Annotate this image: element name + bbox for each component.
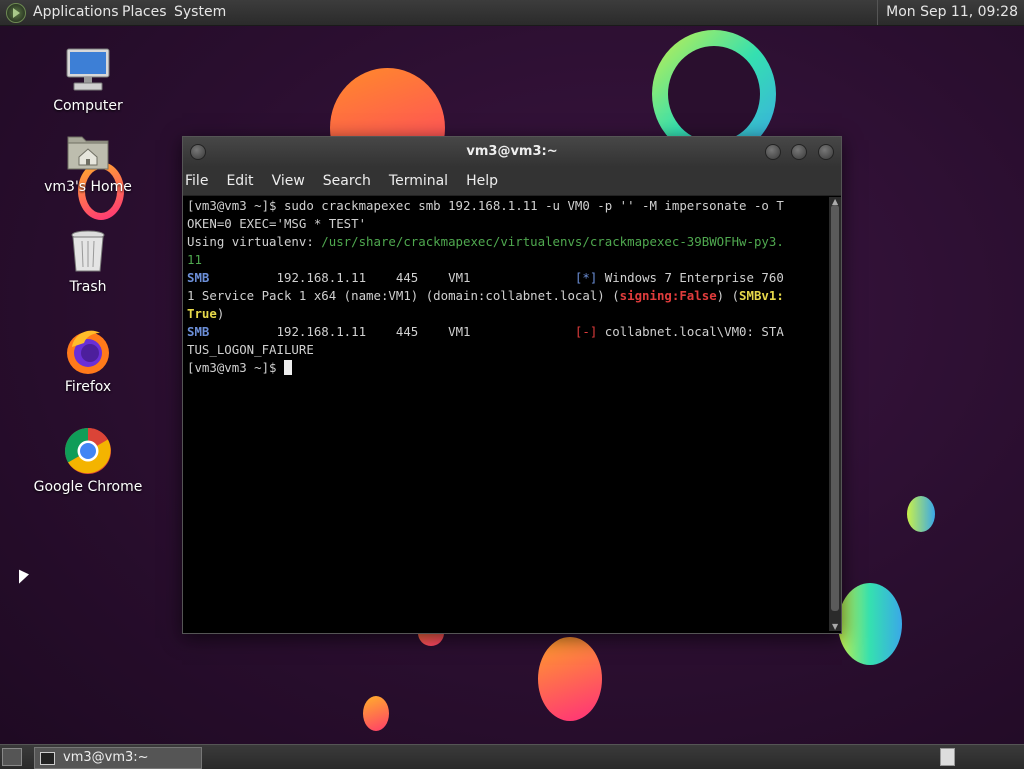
- desktop-icon-home[interactable]: vm3's Home: [28, 127, 148, 195]
- smbv1-status: True: [187, 306, 217, 321]
- terminal-line: 1 Service Pack 1 x64 (name:VM1) (domain:…: [187, 288, 784, 303]
- terminal-scrollbar[interactable]: ▲ ▼: [829, 197, 841, 631]
- virtualenv-path: /usr/share/crackmapexec/virtualenvs/crac…: [321, 234, 784, 249]
- desktop-icon-label: Computer: [53, 98, 123, 114]
- top-panel: Applications Places System Mon Sep 11, 0…: [0, 0, 1024, 26]
- terminal-line: SMB 192.168.1.11 445 VM1 [*] Windows 7 E…: [187, 270, 784, 285]
- distro-logo-icon[interactable]: [6, 3, 26, 23]
- minimize-button[interactable]: [765, 144, 781, 160]
- scroll-down-icon[interactable]: ▼: [832, 622, 838, 631]
- firefox-icon: [64, 327, 112, 375]
- terminal-line: OKEN=0 EXEC='MSG * TEST': [187, 216, 367, 231]
- terminal-menubar: File Edit View Search Terminal Help: [183, 167, 841, 196]
- terminal-line: True): [187, 306, 225, 321]
- terminal-prompt-line[interactable]: [vm3@vm3 ~]$: [187, 359, 827, 377]
- home-folder-icon: [64, 127, 112, 175]
- system-menu[interactable]: System: [169, 0, 231, 25]
- close-button[interactable]: [818, 144, 834, 160]
- desktop-icon-firefox[interactable]: Firefox: [28, 327, 148, 395]
- menu-terminal[interactable]: Terminal: [380, 167, 457, 195]
- error-flag: [-]: [574, 324, 598, 339]
- terminal-output[interactable]: [vm3@vm3 ~]$ sudo crackmapexec smb 192.1…: [185, 197, 827, 631]
- terminal-line: SMB 192.168.1.11 445 VM1 [-] collabnet.l…: [187, 324, 784, 339]
- terminal-line: [vm3@vm3 ~]$ sudo crackmapexec smb 192.1…: [187, 198, 784, 213]
- taskbar-item-label: vm3@vm3:~: [63, 750, 149, 765]
- applications-menu[interactable]: Applications: [28, 0, 124, 25]
- desktop-icon-label: Trash: [69, 279, 107, 295]
- menu-edit[interactable]: Edit: [217, 167, 262, 195]
- desktop-icon-label: vm3's Home: [44, 179, 132, 195]
- wallpaper-blob: [363, 696, 389, 731]
- desktop-icon-trash[interactable]: Trash: [28, 227, 148, 295]
- taskbar-item-terminal[interactable]: vm3@vm3:~: [34, 747, 202, 769]
- computer-icon: [64, 46, 112, 94]
- mouse-pointer-icon: [19, 569, 29, 589]
- window-titlebar[interactable]: vm3@vm3:~: [183, 137, 841, 167]
- chrome-icon: [64, 427, 112, 475]
- terminal-icon: [40, 752, 55, 765]
- maximize-button[interactable]: [791, 144, 807, 160]
- desktop-icon-label: Firefox: [64, 379, 112, 395]
- menu-file[interactable]: File: [183, 167, 217, 195]
- info-flag: [*]: [574, 270, 598, 285]
- window-menu-icon[interactable]: [190, 144, 206, 160]
- terminal-line: Using virtualenv: /usr/share/crackmapexe…: [187, 234, 784, 249]
- signing-status: signing:False: [619, 288, 717, 303]
- show-desktop-button[interactable]: [2, 748, 22, 766]
- wallpaper-blob: [538, 637, 602, 721]
- workspace-switcher[interactable]: [940, 748, 955, 766]
- bottom-panel: vm3@vm3:~: [0, 744, 1024, 769]
- desktop-icon-label: Google Chrome: [33, 479, 143, 495]
- menu-help[interactable]: Help: [457, 167, 507, 195]
- menu-search[interactable]: Search: [314, 167, 380, 195]
- terminal-line: 11: [187, 252, 202, 267]
- terminal-line: TUS_LOGON_FAILURE: [187, 342, 314, 357]
- wallpaper-blob: [838, 583, 902, 665]
- wallpaper-blob: [907, 496, 935, 532]
- text-cursor: [283, 360, 292, 375]
- desktop-icon-computer[interactable]: Computer: [28, 46, 148, 114]
- desktop-icon-chrome[interactable]: Google Chrome: [28, 427, 148, 495]
- menu-view[interactable]: View: [263, 167, 314, 195]
- scrollbar-thumb[interactable]: [831, 205, 839, 611]
- clock[interactable]: Mon Sep 11, 09:28: [877, 0, 1018, 25]
- trash-icon: [64, 227, 112, 275]
- window-title: vm3@vm3:~: [466, 144, 558, 159]
- terminal-window[interactable]: vm3@vm3:~ File Edit View Search Terminal Help…: [182, 136, 842, 634]
- places-menu[interactable]: Places: [117, 0, 172, 25]
